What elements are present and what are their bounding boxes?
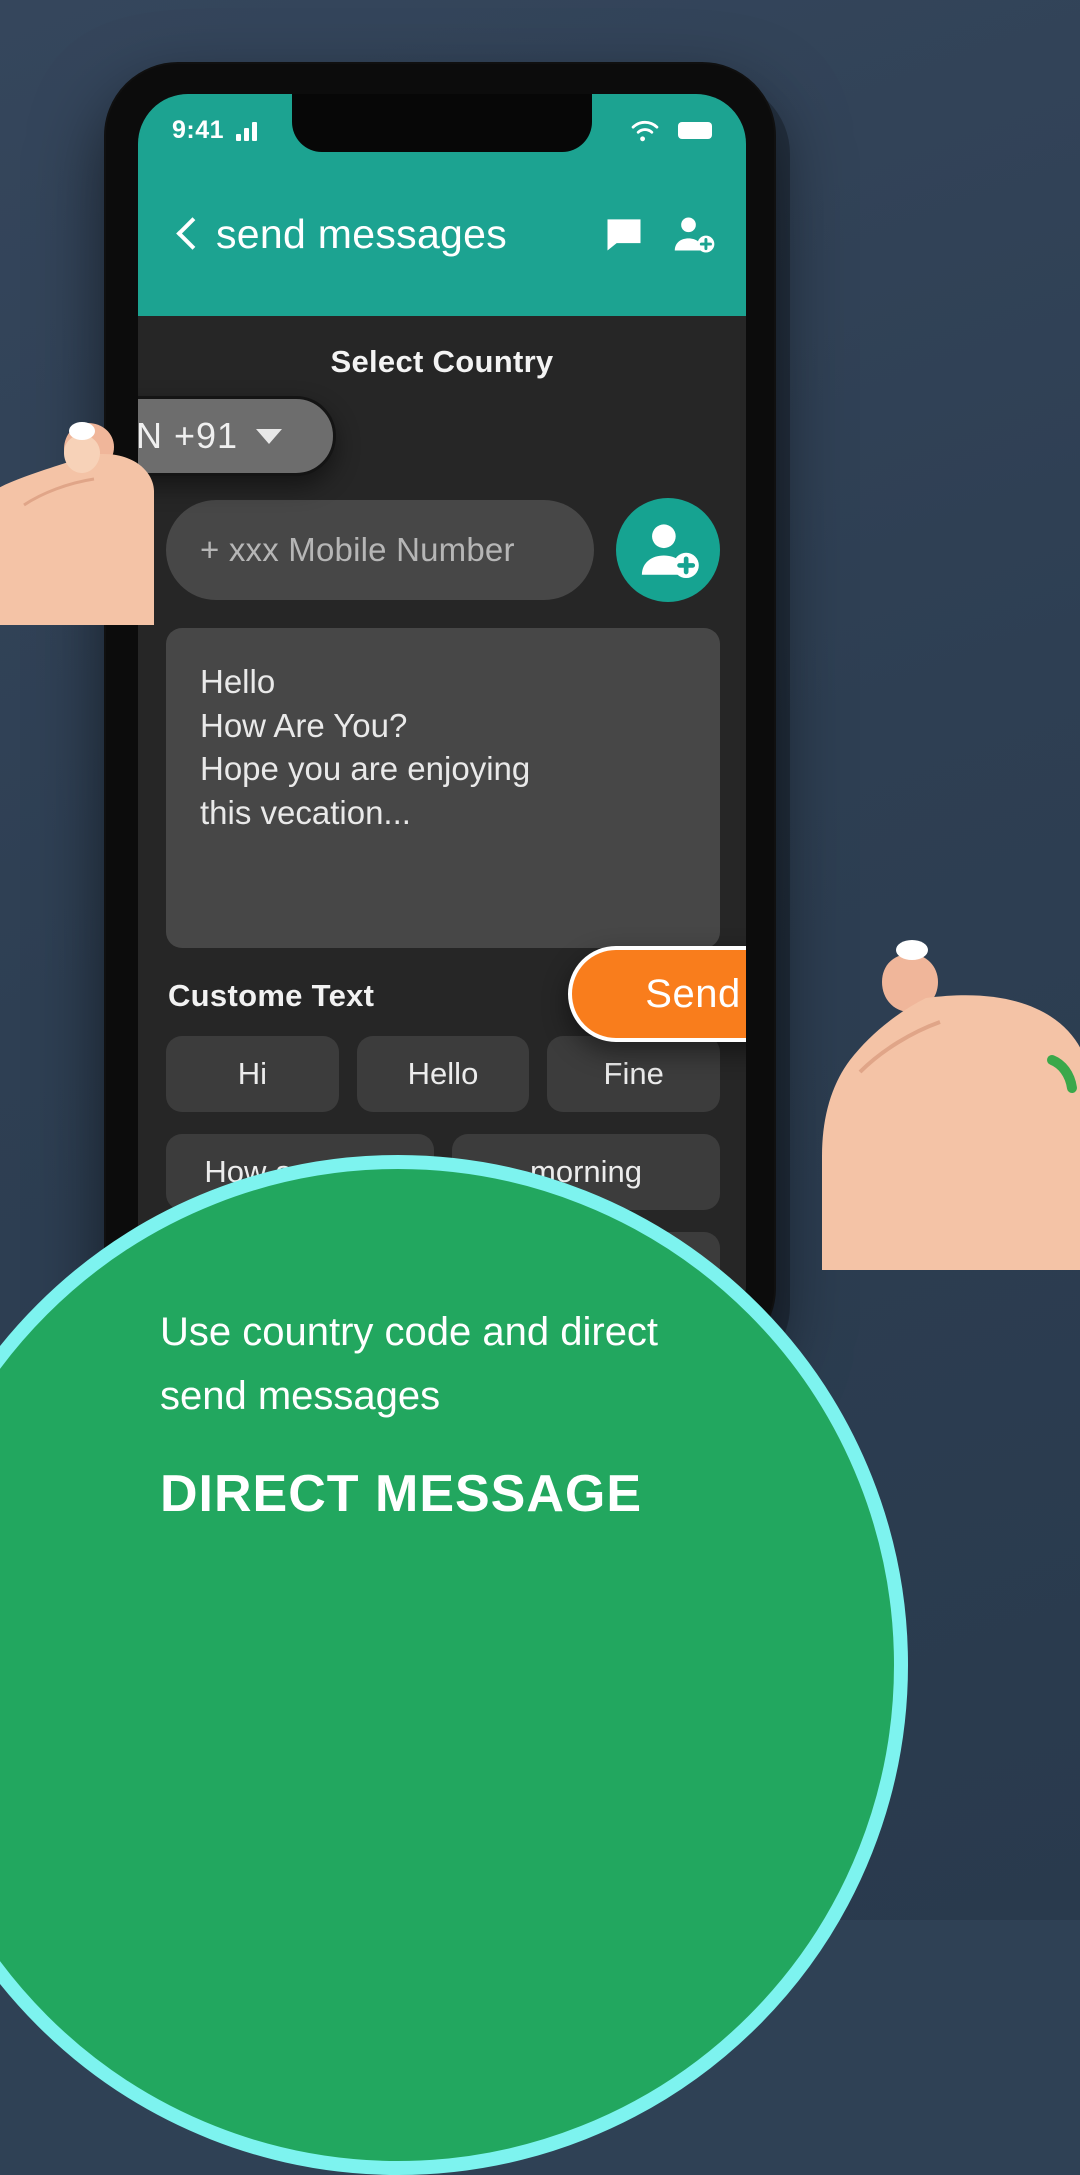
pick-contact-button[interactable] <box>616 498 720 602</box>
chat-bubble-icon[interactable] <box>602 212 646 256</box>
send-button[interactable]: Send <box>568 946 746 1042</box>
add-person-icon <box>641 524 699 579</box>
mobile-number-input[interactable]: + xxx Mobile Number <box>166 500 594 600</box>
mobile-number-placeholder: + xxx Mobile Number <box>200 531 515 568</box>
custom-text-chip[interactable]: Hi <box>166 1036 339 1112</box>
custom-text-chip[interactable]: Fine <box>547 1036 721 1112</box>
mobile-number-row: + xxx Mobile Number <box>138 498 746 602</box>
status-time: 9:41 <box>172 115 225 144</box>
message-line: this vecation... <box>200 793 411 831</box>
message-line: Hope you are enjoying <box>200 750 531 788</box>
country-selector[interactable]: IN +91 <box>138 396 336 476</box>
add-contact-icon[interactable] <box>672 212 716 256</box>
promo-banner-text: Use country code and direct send message… <box>160 1300 840 1524</box>
back-chevron-icon[interactable] <box>168 214 208 254</box>
promo-line-2: send messages <box>160 1374 441 1418</box>
status-right-group <box>628 117 712 143</box>
send-button-label: Send <box>645 971 741 1016</box>
message-textarea[interactable]: Hello How Are You? Hope you are enjoying… <box>166 628 720 948</box>
message-line: How Are You? <box>200 706 408 744</box>
app-bar: send messages <box>138 166 746 316</box>
signal-bars-icon <box>236 119 258 141</box>
custom-text-chip[interactable]: Hello <box>356 1036 530 1112</box>
page-title: send messages <box>216 210 508 257</box>
phone-screen: 9:41 send messages Select Country N +91 … <box>138 94 746 1334</box>
select-country-label: Select Country <box>330 344 554 379</box>
promo-line-1: Use country code and direct <box>160 1310 659 1354</box>
battery-icon <box>678 121 712 139</box>
phone-notch <box>292 94 592 152</box>
message-line: Hello <box>200 663 276 700</box>
chevron-down-icon[interactable] <box>256 428 283 444</box>
promo-title: DIRECT MESSAGE <box>160 1465 643 1523</box>
wifi-icon <box>631 120 659 142</box>
app-bar-actions <box>602 212 716 256</box>
country-code-label: IN +91 <box>138 415 239 456</box>
chip-row: Hi Hello Fine <box>138 1036 746 1112</box>
